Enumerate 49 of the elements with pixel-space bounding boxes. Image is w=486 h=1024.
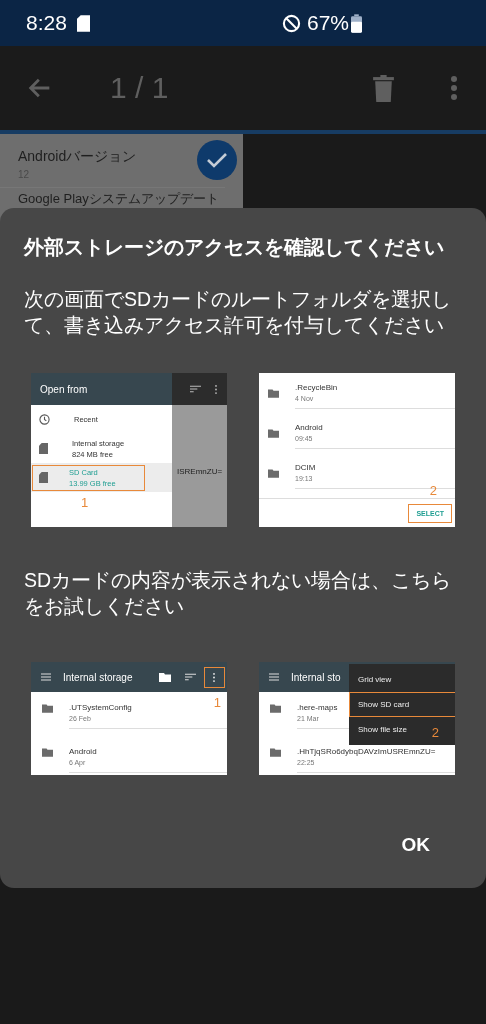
folder-icon bbox=[270, 704, 281, 713]
list-item-title: Google Playシステムアップデート bbox=[18, 190, 220, 208]
folder-name: DCIM bbox=[295, 463, 316, 472]
screen-title: Internal storage bbox=[63, 671, 133, 683]
folder-name: .UTSystemConfig bbox=[69, 703, 132, 712]
menu-icon bbox=[269, 673, 279, 681]
storage-icon bbox=[39, 443, 48, 454]
battery-icon bbox=[351, 13, 362, 33]
step-number: 1 bbox=[213, 695, 221, 710]
sort-icon bbox=[184, 673, 196, 681]
blocked-icon bbox=[281, 13, 301, 33]
menu-item[interactable]: Show file size bbox=[349, 717, 416, 742]
storage-icon bbox=[39, 472, 48, 483]
page-counter: 1 / 1 bbox=[110, 71, 169, 105]
screen-title: Internal sto bbox=[291, 671, 341, 683]
menu-item[interactable]: Show SD card bbox=[349, 692, 455, 717]
trash-icon[interactable] bbox=[373, 74, 394, 102]
folder-name: Android bbox=[69, 747, 97, 756]
sd-card-icon bbox=[76, 14, 90, 32]
folder-icon bbox=[42, 748, 53, 757]
ok-button[interactable]: OK bbox=[397, 830, 434, 860]
folder-name: .RecycleBin bbox=[295, 383, 338, 392]
hint-message: SDカードの内容が表示されない場合は、こちらをお試しください bbox=[23, 568, 453, 619]
step-number: 2 bbox=[429, 483, 437, 498]
more-options-button[interactable] bbox=[203, 666, 225, 688]
folder-name: .here-maps bbox=[297, 703, 338, 712]
more-options-icon[interactable] bbox=[450, 75, 458, 101]
step-number: 2 bbox=[431, 725, 439, 740]
sort-icon bbox=[190, 385, 201, 393]
clock-icon bbox=[39, 414, 50, 425]
folder-name: Android bbox=[295, 423, 323, 432]
clock-time: 8:28 bbox=[26, 11, 67, 35]
file-name: ISREmnZU= bbox=[177, 467, 223, 476]
check-circle-icon[interactable] bbox=[197, 140, 237, 180]
folder-icon bbox=[268, 428, 279, 438]
drawer-title: Open from bbox=[40, 383, 88, 395]
list-item-title: Androidバージョン bbox=[18, 148, 138, 166]
folder-icon bbox=[268, 468, 279, 478]
folder-icon bbox=[270, 748, 281, 757]
menu-item[interactable]: Grid view bbox=[349, 667, 401, 692]
folder-icon bbox=[42, 704, 53, 713]
dialog-message: 次の画面でSDカードのルートフォルダを選択して、書き込みアクセス許可を付与してください bbox=[23, 287, 453, 338]
dialog-title: 外部ストレージのアクセスを確認してください bbox=[22, 235, 445, 260]
menu-icon bbox=[41, 673, 51, 681]
folder-icon bbox=[268, 388, 279, 398]
folder-name: .HhTjqSRo6dybqDAVzImUSREmnZU= bbox=[297, 747, 436, 756]
battery-percent: 67% bbox=[306, 11, 349, 35]
step-number: 1 bbox=[81, 495, 89, 510]
folder-icon bbox=[158, 672, 171, 682]
